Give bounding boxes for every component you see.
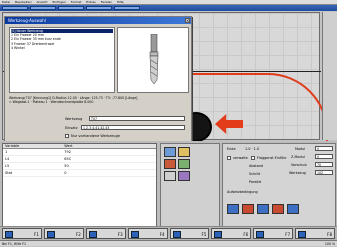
tool-info: Werkzeug T07 [Kennung1] D-Radius 12.00 ·… bbox=[9, 96, 189, 104]
toolbar-button[interactable] bbox=[114, 6, 140, 10]
function-icon bbox=[214, 231, 223, 238]
function-icon bbox=[298, 231, 307, 238]
table-cell: L5 bbox=[5, 164, 10, 168]
verwalten-option[interactable]: verwalte bbox=[227, 156, 248, 160]
table-cell: L4 bbox=[5, 157, 10, 161]
werkzeug-field[interactable]: T07 bbox=[89, 116, 185, 121]
checkbox[interactable] bbox=[65, 134, 69, 138]
toolbar bbox=[0, 5, 337, 11]
toolbar-button[interactable] bbox=[58, 6, 84, 10]
parallel-label: Parallel bbox=[249, 180, 262, 184]
ende-value: 1.0 · 1.0 bbox=[245, 147, 260, 151]
table-cell: 0 bbox=[64, 171, 67, 175]
f1-key[interactable]: F1 bbox=[2, 228, 42, 239]
f7-key[interactable]: F7 bbox=[253, 228, 294, 239]
operation-icon[interactable] bbox=[287, 204, 299, 214]
f3-key[interactable]: F3 bbox=[85, 228, 126, 239]
variable-table[interactable]: Variable Wert 1 792 L4 65C L5 50 Stat 0 bbox=[2, 143, 157, 235]
table-row[interactable]: L4 65C bbox=[3, 156, 156, 163]
modul-label: Modul bbox=[295, 147, 306, 151]
werkzeug-label: Werkzeug bbox=[289, 171, 306, 175]
werkzeug-label: Werkzeug bbox=[65, 117, 83, 121]
table-cell: 1 bbox=[5, 150, 8, 154]
operation-icon[interactable] bbox=[242, 204, 254, 214]
ende-label: Ende bbox=[227, 147, 236, 151]
flaggen-option[interactable]: Flaggenst Einführ bbox=[251, 156, 287, 160]
tool-selection-dialog: Werkzeug-Auswahl × [S] Neuer Werkzeug 1 … bbox=[4, 16, 192, 156]
aufsetz-label: Aufsetzbedingung bbox=[227, 190, 258, 194]
f2-key[interactable]: F2 bbox=[43, 228, 84, 239]
function-icon bbox=[46, 231, 55, 238]
column-header-variable[interactable]: Variable bbox=[3, 144, 62, 148]
modul-field[interactable]: 0 bbox=[315, 146, 333, 151]
tool-icon-panel bbox=[160, 143, 220, 235]
drill-icon bbox=[149, 34, 159, 84]
f8-key[interactable]: F8 bbox=[295, 228, 335, 239]
vorschub-label: Vorschub bbox=[291, 163, 307, 167]
option-label: Nur vorhandene Werkzeuge bbox=[71, 134, 120, 138]
close-icon[interactable]: × bbox=[185, 18, 190, 23]
operation-icon[interactable] bbox=[272, 204, 284, 214]
tool-icon[interactable] bbox=[164, 171, 176, 181]
function-icon bbox=[130, 231, 139, 238]
table-row[interactable]: 1 792 bbox=[3, 149, 156, 156]
function-icon bbox=[172, 231, 181, 238]
nur-vorhandene-option[interactable]: Nur vorhandene Werkzeuge bbox=[65, 134, 120, 138]
zoom-level: 100 % bbox=[324, 242, 335, 246]
f6-key[interactable]: F6 bbox=[211, 228, 252, 239]
table-row[interactable]: L5 50 bbox=[3, 163, 156, 170]
dialog-titlebar: Werkzeug-Auswahl × bbox=[5, 17, 191, 24]
operation-icon[interactable] bbox=[257, 204, 269, 214]
canvas-side-panel bbox=[322, 12, 337, 140]
tool-list[interactable]: [S] Neuer Werkzeug 1 Ein Fraeser 20 mm 2… bbox=[9, 27, 115, 93]
schritt-label: Schritt bbox=[249, 172, 261, 176]
tool-icon[interactable] bbox=[178, 147, 190, 157]
abstand-label: Abstand bbox=[249, 164, 263, 168]
werkzeug-field[interactable]: 102 bbox=[315, 170, 333, 175]
table-row[interactable]: Stat 0 bbox=[3, 170, 156, 177]
toolbar-button[interactable] bbox=[2, 6, 28, 10]
einsatz-field[interactable]: 1,2,3,4,41,42,43 bbox=[81, 125, 185, 130]
tool-preview bbox=[117, 27, 189, 93]
dialog-title: Werkzeug-Auswahl bbox=[8, 18, 46, 23]
function-icon bbox=[5, 231, 13, 238]
function-icon bbox=[88, 231, 97, 238]
tool-icon[interactable] bbox=[164, 147, 176, 157]
table-cell: Stat bbox=[5, 171, 13, 175]
f4-key[interactable]: F4 bbox=[127, 228, 168, 239]
machining-controls: Ende 1.0 · 1.0 Modul 0 Z-Modul 0 verwalt… bbox=[222, 143, 336, 235]
function-icon bbox=[256, 231, 265, 238]
tool-icon[interactable] bbox=[178, 171, 190, 181]
tool-info-line: = Wegabst.1 · Plateau 1 · Wendeschneidpl… bbox=[9, 100, 94, 104]
tool-icon[interactable] bbox=[178, 159, 190, 169]
f5-key[interactable]: F5 bbox=[169, 228, 210, 239]
function-key-bar: F1 F2 F3 F4 F5 F6 F7 F8 bbox=[0, 226, 337, 240]
operation-buttons bbox=[227, 204, 299, 214]
desktop: Datei Bearbeiten Ansicht Einfügen Format… bbox=[0, 0, 337, 246]
zmodul-label: Z-Modul bbox=[291, 155, 305, 159]
column-header-wert[interactable]: Wert bbox=[62, 144, 156, 148]
table-cell: 65C bbox=[64, 157, 72, 161]
list-item[interactable]: 4 Winkel bbox=[11, 46, 113, 50]
toolbar-button[interactable] bbox=[86, 6, 112, 10]
toolbar-button[interactable] bbox=[30, 6, 56, 10]
table-cell: 792 bbox=[64, 150, 71, 154]
einsatz-label: Einsatz bbox=[65, 126, 78, 130]
operation-icon[interactable] bbox=[227, 204, 239, 214]
table-cell: 50 bbox=[64, 164, 69, 168]
zmodul-field[interactable]: 0 bbox=[315, 154, 333, 159]
status-bar: Bei F1, Hilfe F1 100 % bbox=[0, 240, 337, 246]
vorschub-field[interactable]: 70 bbox=[315, 162, 333, 167]
tool-icon[interactable] bbox=[164, 159, 176, 169]
status-text: Bei F1, Hilfe F1 bbox=[2, 242, 27, 246]
